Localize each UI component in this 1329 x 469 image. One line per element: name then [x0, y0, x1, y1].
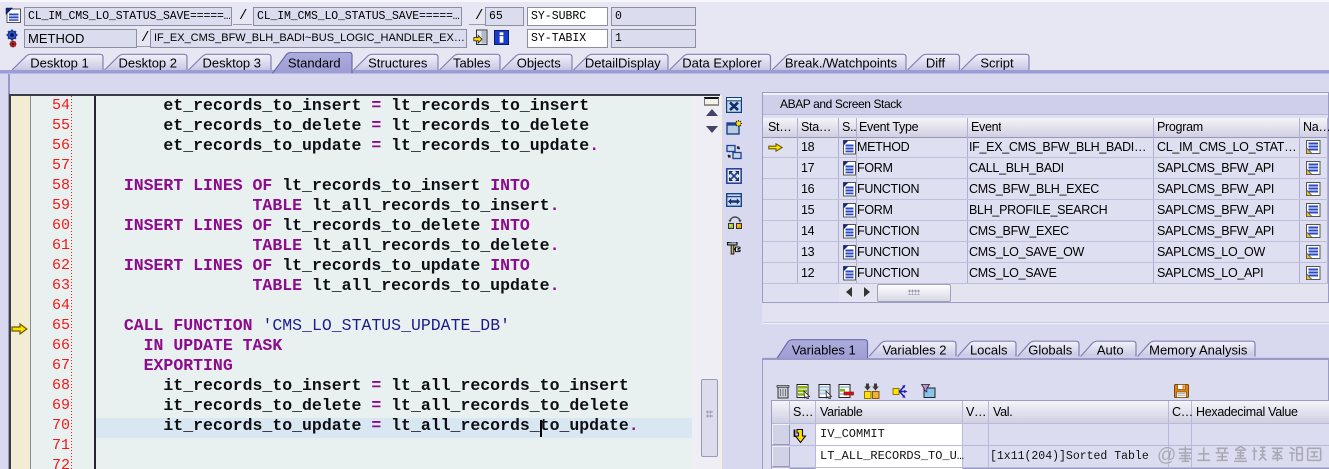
- svg-text:Variables 1: Variables 1: [792, 343, 856, 358]
- svg-text:Locals: Locals: [970, 342, 1008, 357]
- svg-text:Standard: Standard: [288, 55, 341, 70]
- svg-text:Diff: Diff: [926, 56, 946, 71]
- svg-text:Globals: Globals: [1028, 342, 1073, 357]
- svg-text:Data Explorer: Data Explorer: [682, 56, 762, 71]
- svg-text:Variables 2: Variables 2: [882, 342, 946, 357]
- svg-text:Break./Watchpoints: Break./Watchpoints: [785, 56, 898, 71]
- svg-text:Objects: Objects: [517, 56, 562, 71]
- svg-text:Desktop 2: Desktop 2: [118, 56, 177, 71]
- svg-text:DetailDisplay: DetailDisplay: [585, 56, 661, 71]
- svg-text:Structures: Structures: [368, 56, 428, 71]
- svg-text:Desktop 1: Desktop 1: [30, 56, 89, 71]
- svg-text:@: @: [1157, 445, 1176, 466]
- svg-text:Script: Script: [980, 56, 1014, 71]
- svg-text:Tables: Tables: [453, 56, 491, 71]
- svg-text:Auto: Auto: [1097, 342, 1124, 357]
- svg-text:Desktop 3: Desktop 3: [202, 56, 261, 71]
- svg-text:Memory Analysis: Memory Analysis: [1149, 342, 1248, 357]
